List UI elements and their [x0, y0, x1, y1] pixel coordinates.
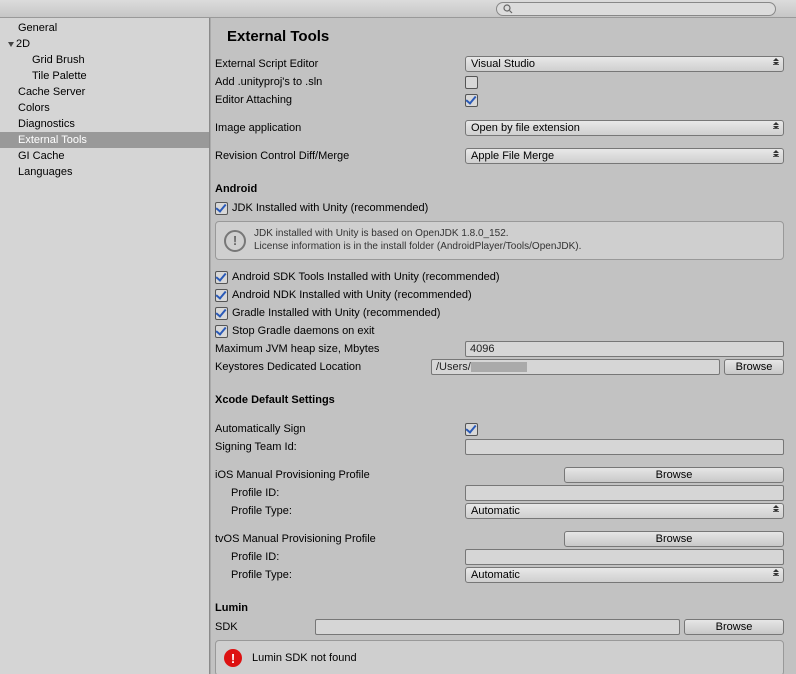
ndk-checkbox[interactable]: [215, 289, 228, 302]
page-title: External Tools: [227, 28, 784, 45]
revision-control-label: Revision Control Diff/Merge: [215, 150, 465, 162]
sdk-tools-label: Android SDK Tools Installed with Unity (…: [232, 271, 500, 283]
keystore-label: Keystores Dedicated Location: [215, 361, 431, 373]
jdk-label: JDK Installed with Unity (recommended): [232, 202, 428, 214]
sidebar-item-general[interactable]: General: [0, 20, 209, 36]
search-field[interactable]: [496, 2, 776, 16]
gradle-checkbox[interactable]: [215, 307, 228, 320]
max-jvm-label: Maximum JVM heap size, Mbytes: [215, 343, 465, 355]
keystore-input[interactable]: /Users/: [431, 359, 720, 375]
lumin-warning-text: Lumin SDK not found: [252, 652, 357, 664]
stop-gradle-label: Stop Gradle daemons on exit: [232, 325, 374, 337]
gradle-label: Gradle Installed with Unity (recommended…: [232, 307, 440, 319]
tvos-profile-type-select[interactable]: Automatic: [465, 567, 784, 583]
lumin-header: Lumin: [215, 602, 784, 614]
sidebar: General 2D Grid Brush Tile Palette Cache…: [0, 18, 210, 674]
sidebar-item-external-tools[interactable]: External Tools: [0, 132, 209, 148]
jdk-info-box: ! JDK installed with Unity is based on O…: [215, 221, 784, 260]
expand-icon: [8, 42, 14, 47]
ndk-label: Android NDK Installed with Unity (recomm…: [232, 289, 472, 301]
tvos-prov-header: tvOS Manual Provisioning Profile: [215, 533, 564, 545]
editor-attach-label: Editor Attaching: [215, 94, 465, 106]
ios-browse-button[interactable]: Browse: [564, 467, 784, 483]
script-editor-select[interactable]: Visual Studio: [465, 56, 784, 72]
masked-path: [471, 362, 527, 372]
topbar: [0, 0, 796, 18]
sidebar-item-colors[interactable]: Colors: [0, 100, 209, 116]
ios-profile-id-input[interactable]: [465, 485, 784, 501]
error-icon: !: [224, 649, 242, 667]
lumin-sdk-label: SDK: [215, 621, 315, 633]
add-unityproj-checkbox[interactable]: [465, 76, 478, 89]
sidebar-item-grid-brush[interactable]: Grid Brush: [0, 52, 209, 68]
sidebar-item-label: 2D: [16, 38, 30, 50]
info-icon: !: [224, 230, 246, 252]
sidebar-item-gi-cache[interactable]: GI Cache: [0, 148, 209, 164]
ios-prov-header: iOS Manual Provisioning Profile: [215, 469, 564, 481]
tvos-profile-id-input[interactable]: [465, 549, 784, 565]
sidebar-item-diagnostics[interactable]: Diagnostics: [0, 116, 209, 132]
lumin-sdk-input[interactable]: [315, 619, 680, 635]
revision-control-select[interactable]: Apple File Merge: [465, 148, 784, 164]
android-header: Android: [215, 183, 784, 195]
stop-gradle-checkbox[interactable]: [215, 325, 228, 338]
ios-profile-id-label: Profile ID:: [215, 487, 465, 499]
sdk-tools-checkbox[interactable]: [215, 271, 228, 284]
tvos-profile-type-label: Profile Type:: [215, 569, 465, 581]
auto-sign-label: Automatically Sign: [215, 423, 465, 435]
image-app-select[interactable]: Open by file extension: [465, 120, 784, 136]
sidebar-item-cache-server[interactable]: Cache Server: [0, 84, 209, 100]
jdk-checkbox[interactable]: [215, 202, 228, 215]
tvos-profile-id-label: Profile ID:: [215, 551, 465, 563]
add-unityproj-label: Add .unityproj's to .sln: [215, 76, 465, 88]
search-input[interactable]: [516, 3, 769, 15]
image-app-label: Image application: [215, 122, 465, 134]
ios-profile-type-label: Profile Type:: [215, 505, 465, 517]
lumin-warning-box: ! Lumin SDK not found: [215, 640, 784, 674]
ios-profile-type-select[interactable]: Automatic: [465, 503, 784, 519]
main-panel: External Tools External Script Editor Vi…: [210, 18, 796, 674]
auto-sign-checkbox[interactable]: [465, 423, 478, 436]
xcode-header: Xcode Default Settings: [215, 394, 784, 406]
sidebar-item-tile-palette[interactable]: Tile Palette: [0, 68, 209, 84]
lumin-browse-button[interactable]: Browse: [684, 619, 784, 635]
tvos-browse-button[interactable]: Browse: [564, 531, 784, 547]
signing-team-input[interactable]: [465, 439, 784, 455]
editor-attach-checkbox[interactable]: [465, 94, 478, 107]
sidebar-item-languages[interactable]: Languages: [0, 164, 209, 180]
max-jvm-input[interactable]: 4096: [465, 341, 784, 357]
sidebar-item-2d[interactable]: 2D: [0, 36, 209, 52]
search-icon: [503, 4, 513, 14]
signing-team-label: Signing Team Id:: [215, 441, 465, 453]
script-editor-label: External Script Editor: [215, 58, 465, 70]
keystore-browse-button[interactable]: Browse: [724, 359, 784, 375]
